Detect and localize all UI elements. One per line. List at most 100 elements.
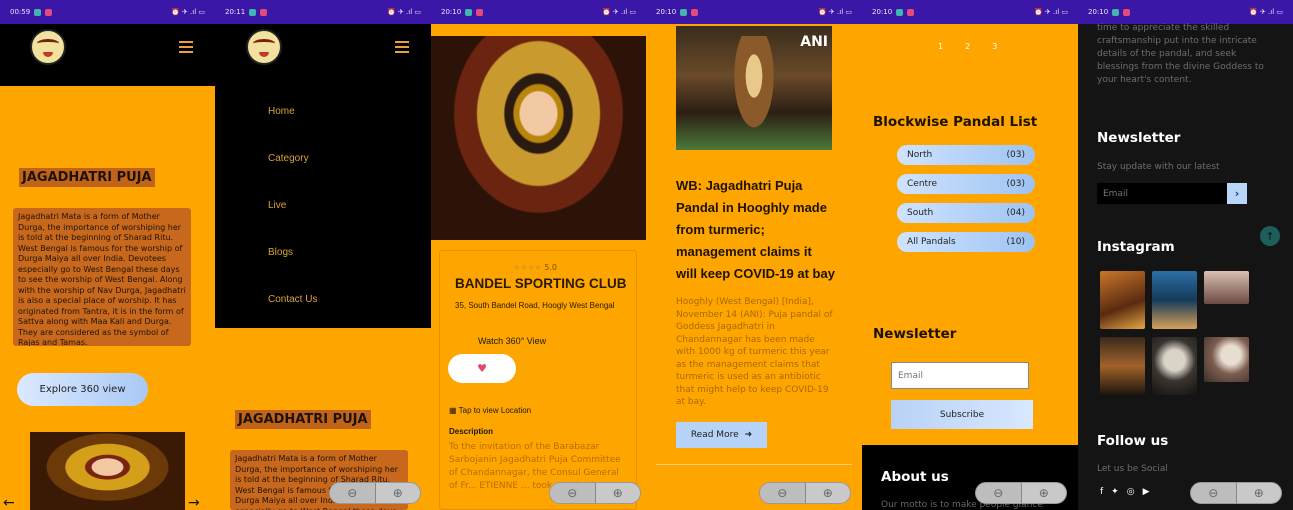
- zoom-in-icon[interactable]: ⊕: [596, 483, 641, 503]
- star-icon: ★★★★: [513, 263, 542, 272]
- status-time: 20:10: [441, 8, 462, 16]
- description-heading: Description: [449, 427, 494, 436]
- instagram-thumb[interactable]: [1204, 271, 1249, 304]
- zoom-in-icon[interactable]: ⊕: [806, 483, 851, 503]
- intro-paragraph: Jagadhatri Mata is a form of Mother Durg…: [13, 208, 191, 346]
- status-bar: 20:10 ⏰ ✈ .ıl ▭: [862, 0, 1078, 24]
- block-label: Centre: [907, 179, 938, 189]
- arrow-right-icon: ➜: [744, 430, 753, 440]
- watch-360-label: Watch 360° View: [478, 336, 547, 346]
- email-field[interactable]: [891, 362, 1029, 389]
- follow-title: Follow us: [1097, 433, 1169, 449]
- status-time: 20:10: [656, 8, 677, 16]
- instagram-thumb[interactable]: [1204, 337, 1249, 382]
- zoom-in-icon[interactable]: ⊕: [1237, 483, 1282, 503]
- twitter-icon[interactable]: ✦: [1111, 487, 1119, 497]
- instagram-thumb[interactable]: [1152, 337, 1197, 395]
- logo[interactable]: [30, 29, 66, 65]
- facebook-icon[interactable]: f: [1100, 487, 1103, 497]
- page-1[interactable]: 1: [938, 42, 943, 51]
- divider: [656, 464, 852, 465]
- block-north[interactable]: North (03): [897, 145, 1035, 165]
- club-name: BANDEL SPORTING CLUB: [455, 276, 627, 291]
- block-count: (03): [1006, 150, 1025, 160]
- block-label: South: [907, 208, 934, 218]
- rating: ★★★★ 5.0: [513, 263, 557, 272]
- screen-6: 20:10 ⏰ ✈ .ıl ▭ time to appreciate the sk…: [1078, 0, 1293, 510]
- page-title: JAGADHATRI PUJA: [235, 410, 371, 429]
- news-image: ANI: [676, 26, 832, 150]
- zoom-control[interactable]: ⊖ ⊕: [549, 482, 641, 504]
- zoom-control[interactable]: ⊖ ⊕: [1190, 482, 1282, 504]
- zoom-out-icon[interactable]: ⊖: [550, 483, 596, 503]
- explore-360-button[interactable]: Explore 360 view: [17, 373, 148, 406]
- zoom-out-icon[interactable]: ⊖: [1191, 483, 1237, 503]
- nav-home[interactable]: Home: [268, 106, 317, 117]
- goddess-image: [30, 432, 185, 510]
- arrow-right-icon[interactable]: →: [188, 495, 200, 510]
- nav-live[interactable]: Live: [268, 200, 317, 211]
- zoom-control[interactable]: ⊖ ⊕: [329, 482, 421, 504]
- page-2[interactable]: 2: [965, 42, 970, 51]
- status-bar: 20:10 ⏰ ✈ .ıl ▭: [646, 0, 862, 24]
- subscribe-button[interactable]: Subscribe: [891, 400, 1033, 429]
- zoom-out-icon[interactable]: ⊖: [976, 483, 1022, 503]
- arrow-left-icon[interactable]: ←: [3, 495, 15, 510]
- blockwise-title: Blockwise Pandal List: [873, 114, 1038, 130]
- chevron-right-icon: ›: [1234, 187, 1240, 200]
- block-all-pandals[interactable]: All Pandals (10): [897, 232, 1035, 252]
- image-watermark: ANI: [800, 34, 828, 50]
- block-count: (10): [1006, 237, 1025, 247]
- screen-2: 20:11 ⏰ ✈ .ıl ▭ Home Category Live Blogs …: [215, 0, 431, 510]
- email-field[interactable]: [1097, 183, 1227, 204]
- zoom-in-icon[interactable]: ⊕: [1022, 483, 1067, 503]
- nav-blogs[interactable]: Blogs: [268, 247, 317, 258]
- about-title: About us: [881, 469, 949, 485]
- favorite-button[interactable]: ♥: [448, 354, 516, 383]
- status-bar: 20:11 ⏰ ✈ .ıl ▭: [215, 0, 431, 24]
- menu-icon[interactable]: [179, 41, 193, 53]
- page-3[interactable]: 3: [992, 42, 997, 51]
- status-time: 20:11: [225, 8, 246, 16]
- instagram-icon[interactable]: ◎: [1127, 487, 1135, 497]
- zoom-out-icon[interactable]: ⊖: [760, 483, 806, 503]
- zoom-control[interactable]: ⊖ ⊕: [975, 482, 1067, 504]
- screen-3: 20:10 ⏰ ✈ .ıl ▭ ★★★★ 5.0 BANDEL SPORTING …: [431, 0, 646, 510]
- zoom-control[interactable]: ⊖ ⊕: [759, 482, 851, 504]
- screen-4: 20:10 ⏰ ✈ .ıl ▭ ANI WB: Jagadhatri Puja P…: [646, 0, 862, 510]
- block-count: (04): [1006, 208, 1025, 218]
- block-count: (03): [1006, 179, 1025, 189]
- screen-5: 20:10 ⏰ ✈ .ıl ▭ 1 2 3 Blockwise Pandal Li…: [862, 0, 1078, 510]
- header: [0, 24, 215, 86]
- email-submit-button[interactable]: ›: [1227, 183, 1247, 204]
- page-title: JAGADHATRI PUJA: [19, 168, 155, 187]
- read-more-label: Read More: [690, 430, 739, 440]
- status-time: 20:10: [872, 8, 893, 16]
- follow-subtitle: Let us be Social: [1097, 464, 1168, 474]
- block-south[interactable]: South (04): [897, 203, 1035, 223]
- instagram-thumb[interactable]: [1100, 271, 1145, 329]
- block-centre[interactable]: Centre (03): [897, 174, 1035, 194]
- zoom-in-icon[interactable]: ⊕: [376, 483, 421, 503]
- club-address: 35, South Bandel Road, Hoogly West Benga…: [455, 301, 615, 310]
- instagram-thumb[interactable]: [1152, 271, 1197, 329]
- nav-category[interactable]: Category: [268, 153, 317, 164]
- pandal-image: [431, 36, 646, 240]
- footer-intro-text: time to appreciate the skilled craftsman…: [1097, 23, 1264, 85]
- news-body: Hooghly (West Bengal) [India], November …: [676, 297, 833, 407]
- instagram-thumb[interactable]: [1100, 337, 1145, 395]
- logo[interactable]: [246, 29, 282, 65]
- heart-icon: ♥: [477, 362, 487, 375]
- youtube-icon[interactable]: ▶: [1143, 487, 1150, 497]
- menu-icon[interactable]: [395, 41, 409, 53]
- location-link[interactable]: ▦ Tap to view Location: [449, 406, 531, 415]
- newsletter-title: Newsletter: [873, 326, 957, 342]
- read-more-button[interactable]: Read More ➜: [676, 422, 767, 448]
- scroll-top-button[interactable]: ↑: [1260, 226, 1280, 246]
- zoom-out-icon[interactable]: ⊖: [330, 483, 376, 503]
- pandal-shape: [731, 36, 777, 136]
- nav-drawer: Home Category Live Blogs Contact Us: [215, 24, 431, 328]
- nav-contact-us[interactable]: Contact Us: [268, 294, 317, 305]
- news-headline[interactable]: WB: Jagadhatri Puja Pandal in Hooghly ma…: [676, 175, 836, 285]
- nav-menu: Home Category Live Blogs Contact Us: [268, 106, 317, 305]
